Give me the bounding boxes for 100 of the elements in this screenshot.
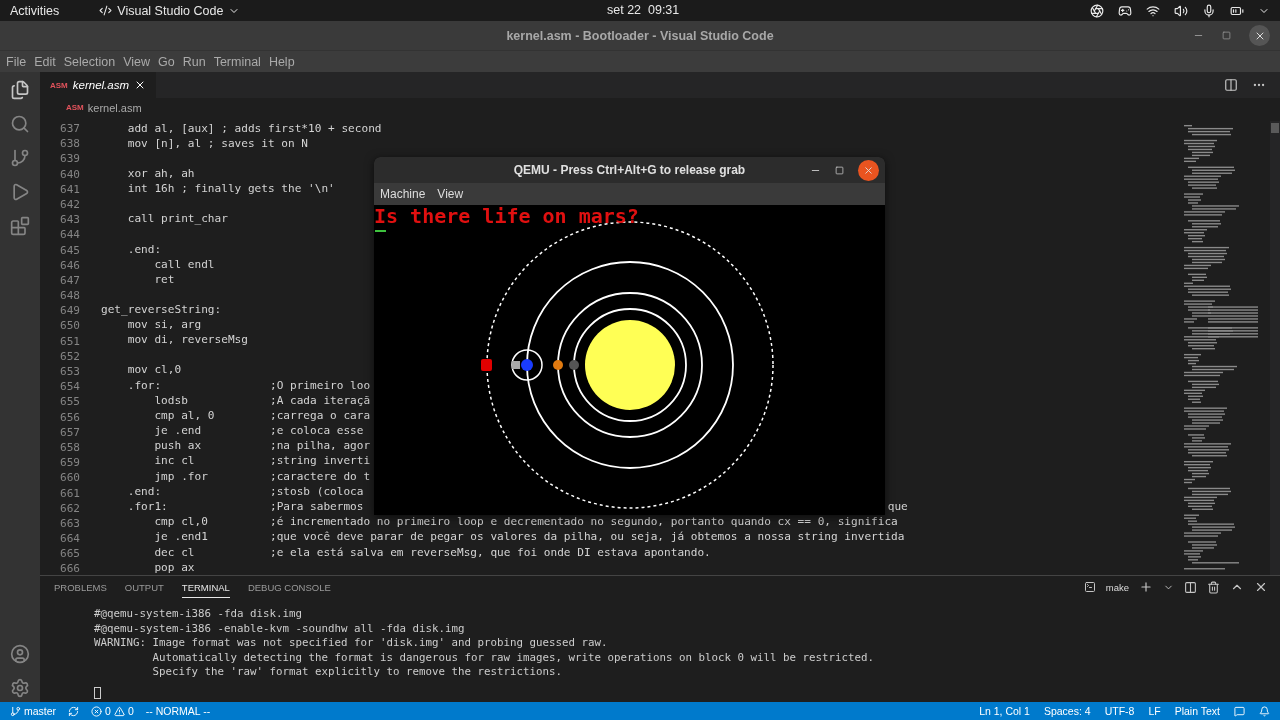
code-comment: ;Para sabermos (269, 499, 365, 515)
gamepad-icon[interactable] (1118, 3, 1132, 18)
panel-tab[interactable]: TERMINAL (181, 578, 230, 598)
feedback-icon[interactable] (1234, 705, 1245, 717)
status-item[interactable]: UTF-8 (1104, 705, 1135, 717)
scrollbar-thumb[interactable] (1271, 123, 1279, 133)
sync-icon[interactable] (68, 705, 80, 717)
error-count[interactable]: 0 (105, 705, 111, 717)
warning-count[interactable]: 0 (127, 705, 134, 717)
volume-icon[interactable] (1174, 3, 1188, 18)
line-number: 645 (59, 242, 80, 258)
code-line: .end: (126, 241, 162, 257)
play-icon[interactable] (10, 182, 30, 202)
panel-tab[interactable]: PROBLEMS (54, 578, 107, 598)
line-number: 638 (59, 136, 80, 152)
wifi-icon[interactable] (1146, 3, 1160, 18)
line-number: 641 (59, 181, 80, 197)
code-comment: que (887, 499, 908, 515)
line-number: 655 (59, 394, 80, 410)
aperture-icon[interactable] (1090, 3, 1104, 18)
split-icon[interactable] (1184, 580, 1197, 594)
panel-tab[interactable]: OUTPUT (124, 578, 164, 598)
code-comment: ;e ela está salva em reverseMsg, que foi onde DI estava apontando. (269, 544, 711, 560)
terminal-name[interactable]: make (1105, 581, 1129, 593)
line-number: 658 (59, 439, 80, 456)
editor-tab[interactable]: ASM kernel.asm (40, 72, 157, 98)
menu-item[interactable]: View (437, 187, 464, 201)
extensions-icon[interactable] (10, 216, 30, 236)
menu-item[interactable]: Machine (380, 187, 426, 201)
code-line: cmp al, 0 (153, 407, 216, 424)
line-number: 644 (59, 227, 80, 243)
status-item[interactable]: Ln 1, Col 1 (979, 705, 1030, 717)
terminal-cursor (94, 686, 101, 699)
menu-item[interactable]: Run (178, 54, 210, 69)
menu-item[interactable]: Help (264, 54, 299, 69)
code-line: ret (153, 271, 175, 288)
app-menu[interactable]: Visual Studio Code (117, 3, 224, 18)
menu-item[interactable]: File (2, 54, 31, 69)
code-comment: ;carrega o cara (269, 407, 371, 424)
line-number: 648 (59, 288, 80, 304)
files-icon[interactable] (10, 80, 30, 100)
menu-item[interactable]: Selection (59, 54, 120, 69)
code-line: je .end1 (153, 529, 209, 545)
status-item[interactable]: LF (1148, 705, 1161, 717)
line-number: 656 (59, 409, 80, 425)
bell-icon[interactable] (1259, 705, 1270, 717)
line-number: 653 (59, 364, 80, 380)
close-button[interactable] (858, 160, 879, 181)
menu-item[interactable]: Go (154, 54, 179, 69)
code-comment: ;A cada iteraçã (269, 392, 371, 408)
split-editor-icon[interactable] (1224, 78, 1238, 92)
settings-icon[interactable] (10, 678, 30, 698)
line-number: 662 (59, 500, 80, 516)
line-number: 640 (59, 166, 80, 182)
code-comment: ;stosb (coloca (269, 483, 364, 500)
code-line: mov di, reverseMsg (126, 332, 248, 348)
maximize-icon[interactable] (835, 166, 844, 175)
code-comment: ;string inverti (269, 453, 371, 469)
line-number: 637 (59, 121, 80, 137)
line-number: 639 (59, 151, 80, 167)
window-title: kernel.asm - Bootloader - Visual Studio Code (506, 28, 774, 43)
line-number: 642 (59, 196, 80, 213)
code-line: inc cl (153, 453, 196, 469)
line-number: 647 (59, 272, 80, 289)
code-line: cmp cl,0 (153, 514, 209, 530)
file-type-icon: ASM (66, 103, 84, 112)
code-line: push ax (153, 438, 203, 454)
status-item[interactable]: Spaces: 4 (1043, 705, 1091, 717)
trash-icon[interactable] (1207, 580, 1220, 594)
menu-item[interactable]: Edit (30, 54, 60, 69)
plus-icon[interactable] (1139, 580, 1153, 594)
status-item[interactable]: Plain Text (1174, 705, 1220, 717)
code-line: lodsb (153, 392, 189, 408)
window-title: QEMU - Press Ctrl+Alt+G to release grab (513, 163, 746, 177)
menu-item[interactable]: Terminal (209, 54, 265, 69)
branch-icon (10, 705, 21, 717)
menu-item[interactable]: View (119, 54, 154, 69)
close-button[interactable] (1249, 25, 1270, 46)
branch-icon[interactable] (10, 148, 30, 168)
account-icon[interactable] (10, 644, 30, 664)
code-comment: ;caractere do t (269, 468, 371, 484)
terminal-line: WARNING: Image format was not specified for 'disk.img' and probing guessed raw. (94, 636, 609, 651)
line-number: 664 (59, 531, 80, 547)
code-line: add al, [aux] ; adds first*10 + second (126, 121, 382, 137)
breadcrumb-item[interactable]: kernel.asm (87, 101, 142, 114)
branch-status[interactable]: master (24, 705, 57, 717)
code-line: .for1: (126, 499, 169, 515)
line-number: 651 (59, 333, 80, 349)
close-icon[interactable] (1254, 580, 1268, 594)
code-line: int 16h ; finally gets the '\n' (126, 181, 335, 197)
code-line: mov [n], al ; saves it on N (126, 136, 309, 152)
code-line: call endl (153, 256, 215, 272)
line-number: 659 (59, 455, 80, 471)
warning-icon (113, 705, 125, 717)
code-comment: ;na pilha, agor (269, 438, 371, 454)
code-line: call print_char (126, 211, 228, 227)
activities-button[interactable]: Activities (10, 3, 60, 18)
search-icon[interactable] (10, 114, 30, 134)
microphone-icon[interactable] (1202, 3, 1216, 18)
panel-tab[interactable]: DEBUG CONSOLE (247, 578, 331, 598)
